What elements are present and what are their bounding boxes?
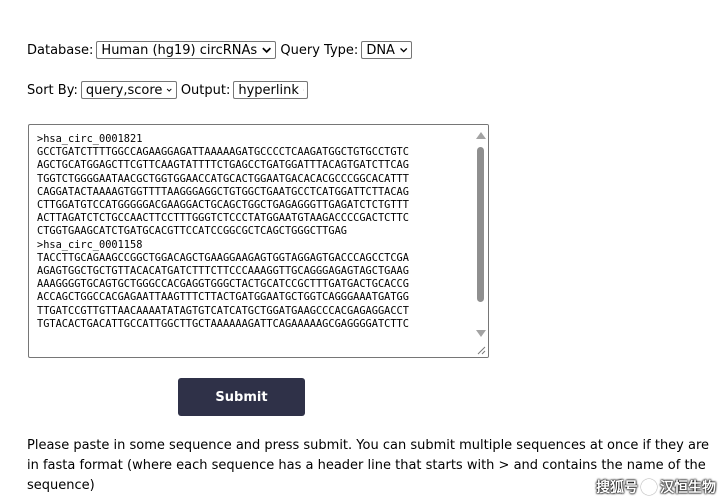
chevron-down-icon bbox=[303, 89, 305, 91]
at-badge-icon bbox=[641, 479, 657, 495]
query-type-label: Query Type: bbox=[280, 42, 359, 58]
database-label: Database: bbox=[27, 42, 94, 58]
output-select[interactable]: hyperlink bbox=[233, 81, 309, 99]
scroll-down-arrow-icon[interactable] bbox=[476, 330, 486, 337]
textarea-scrollbar[interactable] bbox=[473, 125, 488, 357]
output-label: Output: bbox=[180, 82, 231, 98]
query-type-select[interactable]: DNA bbox=[361, 41, 413, 59]
chevron-down-icon bbox=[262, 47, 272, 54]
sort-by-label: Sort By: bbox=[27, 82, 78, 98]
submit-button[interactable]: Submit bbox=[178, 378, 305, 416]
sort-row: Sort By: query,score Output: hyperlink bbox=[27, 81, 312, 99]
sequence-text: >hsa_circ_0001821 GCCTGATCTTTTGGCCAGAAGG… bbox=[37, 133, 409, 330]
scrollbar-thumb[interactable] bbox=[477, 147, 484, 302]
chevron-down-icon bbox=[400, 47, 408, 53]
database-select-value: Human (hg19) circRNAs bbox=[101, 42, 258, 58]
output-select-value: hyperlink bbox=[238, 82, 299, 98]
sort-by-select-value: query,score bbox=[85, 82, 163, 98]
watermark: 搜狐号 汉恒生物 bbox=[596, 477, 716, 497]
query-type-select-value: DNA bbox=[366, 42, 395, 58]
watermark-left-text: 搜狐号 bbox=[596, 480, 638, 496]
database-select[interactable]: Human (hg19) circRNAs bbox=[96, 41, 277, 59]
sort-by-select[interactable]: query,score bbox=[80, 81, 177, 99]
scroll-up-arrow-icon[interactable] bbox=[476, 132, 486, 139]
sequence-textarea[interactable]: >hsa_circ_0001821 GCCTGATCTTTTGGCCAGAAGG… bbox=[28, 124, 489, 358]
resize-grip-icon[interactable] bbox=[477, 346, 486, 355]
watermark-right-text: 汉恒生物 bbox=[660, 480, 716, 496]
database-row: Database: Human (hg19) circRNAs Query Ty… bbox=[27, 41, 416, 59]
chevron-down-icon bbox=[167, 88, 173, 92]
